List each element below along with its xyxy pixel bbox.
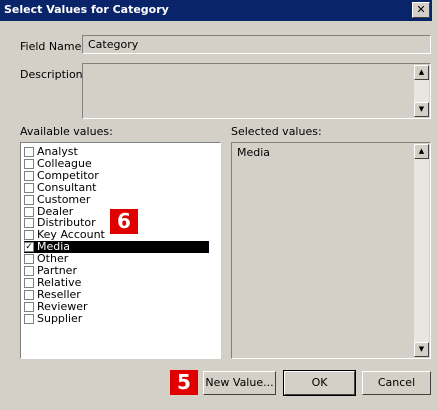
- description-field[interactable]: ▲ ▼: [82, 63, 431, 119]
- list-item-label: Reseller: [37, 287, 81, 301]
- selected-value-item[interactable]: Media: [237, 146, 270, 159]
- checkbox[interactable]: [24, 230, 34, 241]
- list-item[interactable]: Customer: [24, 192, 209, 206]
- checkbox[interactable]: [24, 266, 34, 276]
- available-values-label: Available values:: [20, 125, 113, 138]
- checkbox[interactable]: [24, 170, 34, 181]
- checkbox[interactable]: [24, 289, 34, 300]
- list-item[interactable]: Consultant: [24, 180, 209, 194]
- checkbox[interactable]: [24, 301, 34, 312]
- selected-values-scrollbar[interactable]: ▲ ▼: [414, 144, 429, 357]
- list-item-label: Competitor: [37, 168, 99, 182]
- checkbox[interactable]: [24, 182, 34, 193]
- callout-badge-new-value: 5: [170, 370, 198, 395]
- field-name-label: Field Name:: [20, 40, 86, 53]
- title-bar[interactable]: Select Values for Category ✕: [0, 0, 432, 21]
- checkbox[interactable]: [24, 277, 34, 288]
- checkbox[interactable]: [24, 194, 34, 205]
- select-values-dialog: Select Values for Category ✕ Field Name:…: [0, 0, 432, 410]
- checkbox[interactable]: [24, 206, 34, 217]
- cancel-button[interactable]: Cancel: [362, 371, 431, 395]
- scroll-up-arrow-icon[interactable]: ▲: [414, 65, 429, 80]
- checkbox-checked[interactable]: ✓: [24, 242, 34, 253]
- checkbox[interactable]: [24, 254, 34, 265]
- selected-values-list[interactable]: Media ▲ ▼: [231, 142, 431, 359]
- ok-button[interactable]: OK: [283, 370, 356, 396]
- checkbox[interactable]: [24, 147, 34, 157]
- checkbox[interactable]: [24, 313, 34, 324]
- field-name-value: Category: [88, 38, 139, 51]
- list-item-label: Consultant: [37, 180, 97, 194]
- callout-badge-list: 6: [110, 209, 138, 234]
- description-scrollbar[interactable]: ▲ ▼: [414, 65, 429, 117]
- new-value-button[interactable]: New Value...: [203, 371, 276, 395]
- selected-values-label: Selected values:: [231, 125, 322, 138]
- close-icon: ✕: [416, 3, 426, 16]
- list-item[interactable]: Supplier: [24, 311, 209, 325]
- checkbox[interactable]: [24, 218, 34, 229]
- scroll-down-arrow-icon[interactable]: ▼: [414, 102, 429, 117]
- list-item[interactable]: Reviewer: [24, 299, 209, 313]
- list-item-label: Customer: [37, 192, 91, 206]
- checkbox[interactable]: [24, 158, 34, 169]
- scroll-down-arrow-icon[interactable]: ▼: [414, 342, 429, 357]
- list-item-label: Supplier: [37, 311, 83, 325]
- description-label: Description:: [20, 68, 87, 81]
- available-values-list[interactable]: Analyst Colleague Competitor Consultant Cust…: [20, 142, 221, 359]
- list-item[interactable]: Reseller: [24, 287, 209, 301]
- scroll-up-arrow-icon[interactable]: ▲: [414, 144, 429, 159]
- close-button[interactable]: ✕: [412, 2, 430, 18]
- list-item-label: Reviewer: [37, 299, 88, 313]
- field-name-field: Category: [82, 35, 431, 54]
- list-item[interactable]: Competitor: [24, 168, 209, 182]
- window-title: Select Values for Category: [4, 3, 169, 16]
